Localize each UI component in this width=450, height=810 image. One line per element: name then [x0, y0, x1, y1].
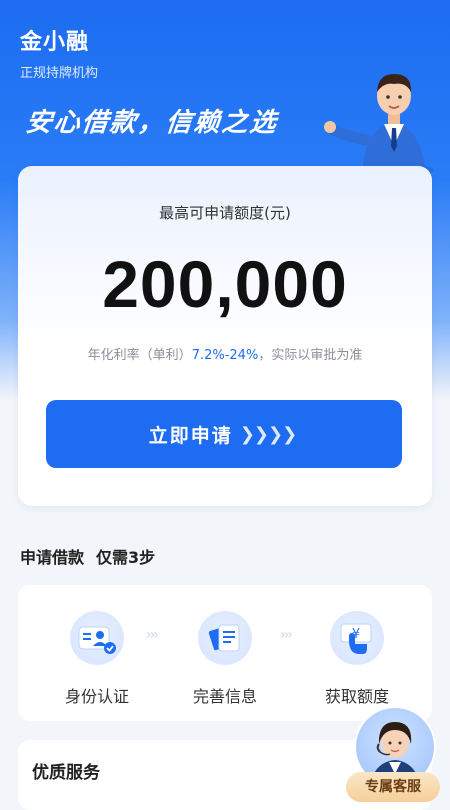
yen-quota-icon: ¥	[330, 611, 384, 665]
rate-prefix: 年化利率（单利）	[87, 348, 192, 363]
chevrons-right-icon: ❯ ❯ ❯ ❯	[239, 423, 300, 445]
slogan: 安心借款，信赖之选	[24, 108, 280, 138]
rate-suffix: ，实际以审批为准	[258, 348, 363, 363]
step-arrow-icon: ›››	[146, 627, 159, 643]
limit-amount: 200,000	[102, 247, 348, 321]
rate-value: 7.2%-24%	[191, 348, 259, 363]
services-title: 优质服务	[32, 763, 100, 783]
id-verify-icon	[70, 611, 124, 665]
loan-limit-card: 最高可申请额度(元) 200,000 年化利率（单利）7.2%-24%，实际以审…	[18, 166, 432, 506]
mascot-illustration	[324, 74, 434, 176]
customer-service-label: 专属客服	[346, 772, 440, 802]
document-info-icon	[198, 611, 252, 665]
steps-title-main: 申请借款	[20, 548, 85, 567]
step-info[interactable]: 完善信息	[170, 611, 280, 707]
step-label: 获取额度	[324, 687, 389, 706]
step-label: 身份认证	[64, 687, 129, 706]
steps-title-sub: 仅需3步	[96, 548, 156, 567]
steps-card: 身份认证 ››› 完善信息 ››› ¥ 获取额度	[18, 585, 432, 721]
step-quota[interactable]: ¥ 获取额度	[302, 611, 412, 707]
apply-now-button[interactable]: 立即申请 ❯ ❯ ❯ ❯	[46, 400, 402, 468]
brand-subtitle: 正规持牌机构	[20, 66, 99, 81]
step-identity[interactable]: 身份认证	[42, 611, 152, 707]
step-arrow-icon: ›››	[280, 627, 293, 643]
apply-now-label: 立即申请	[148, 424, 233, 447]
step-label: 完善信息	[192, 687, 257, 706]
customer-service-button[interactable]: 专属客服	[346, 706, 440, 802]
rate-line: 年化利率（单利）7.2%-24%，实际以审批为准	[18, 344, 432, 363]
steps-title: 申请借款 仅需3步	[20, 544, 155, 568]
brand-name: 金小融	[20, 30, 90, 55]
limit-label: 最高可申请额度(元)	[159, 204, 291, 222]
